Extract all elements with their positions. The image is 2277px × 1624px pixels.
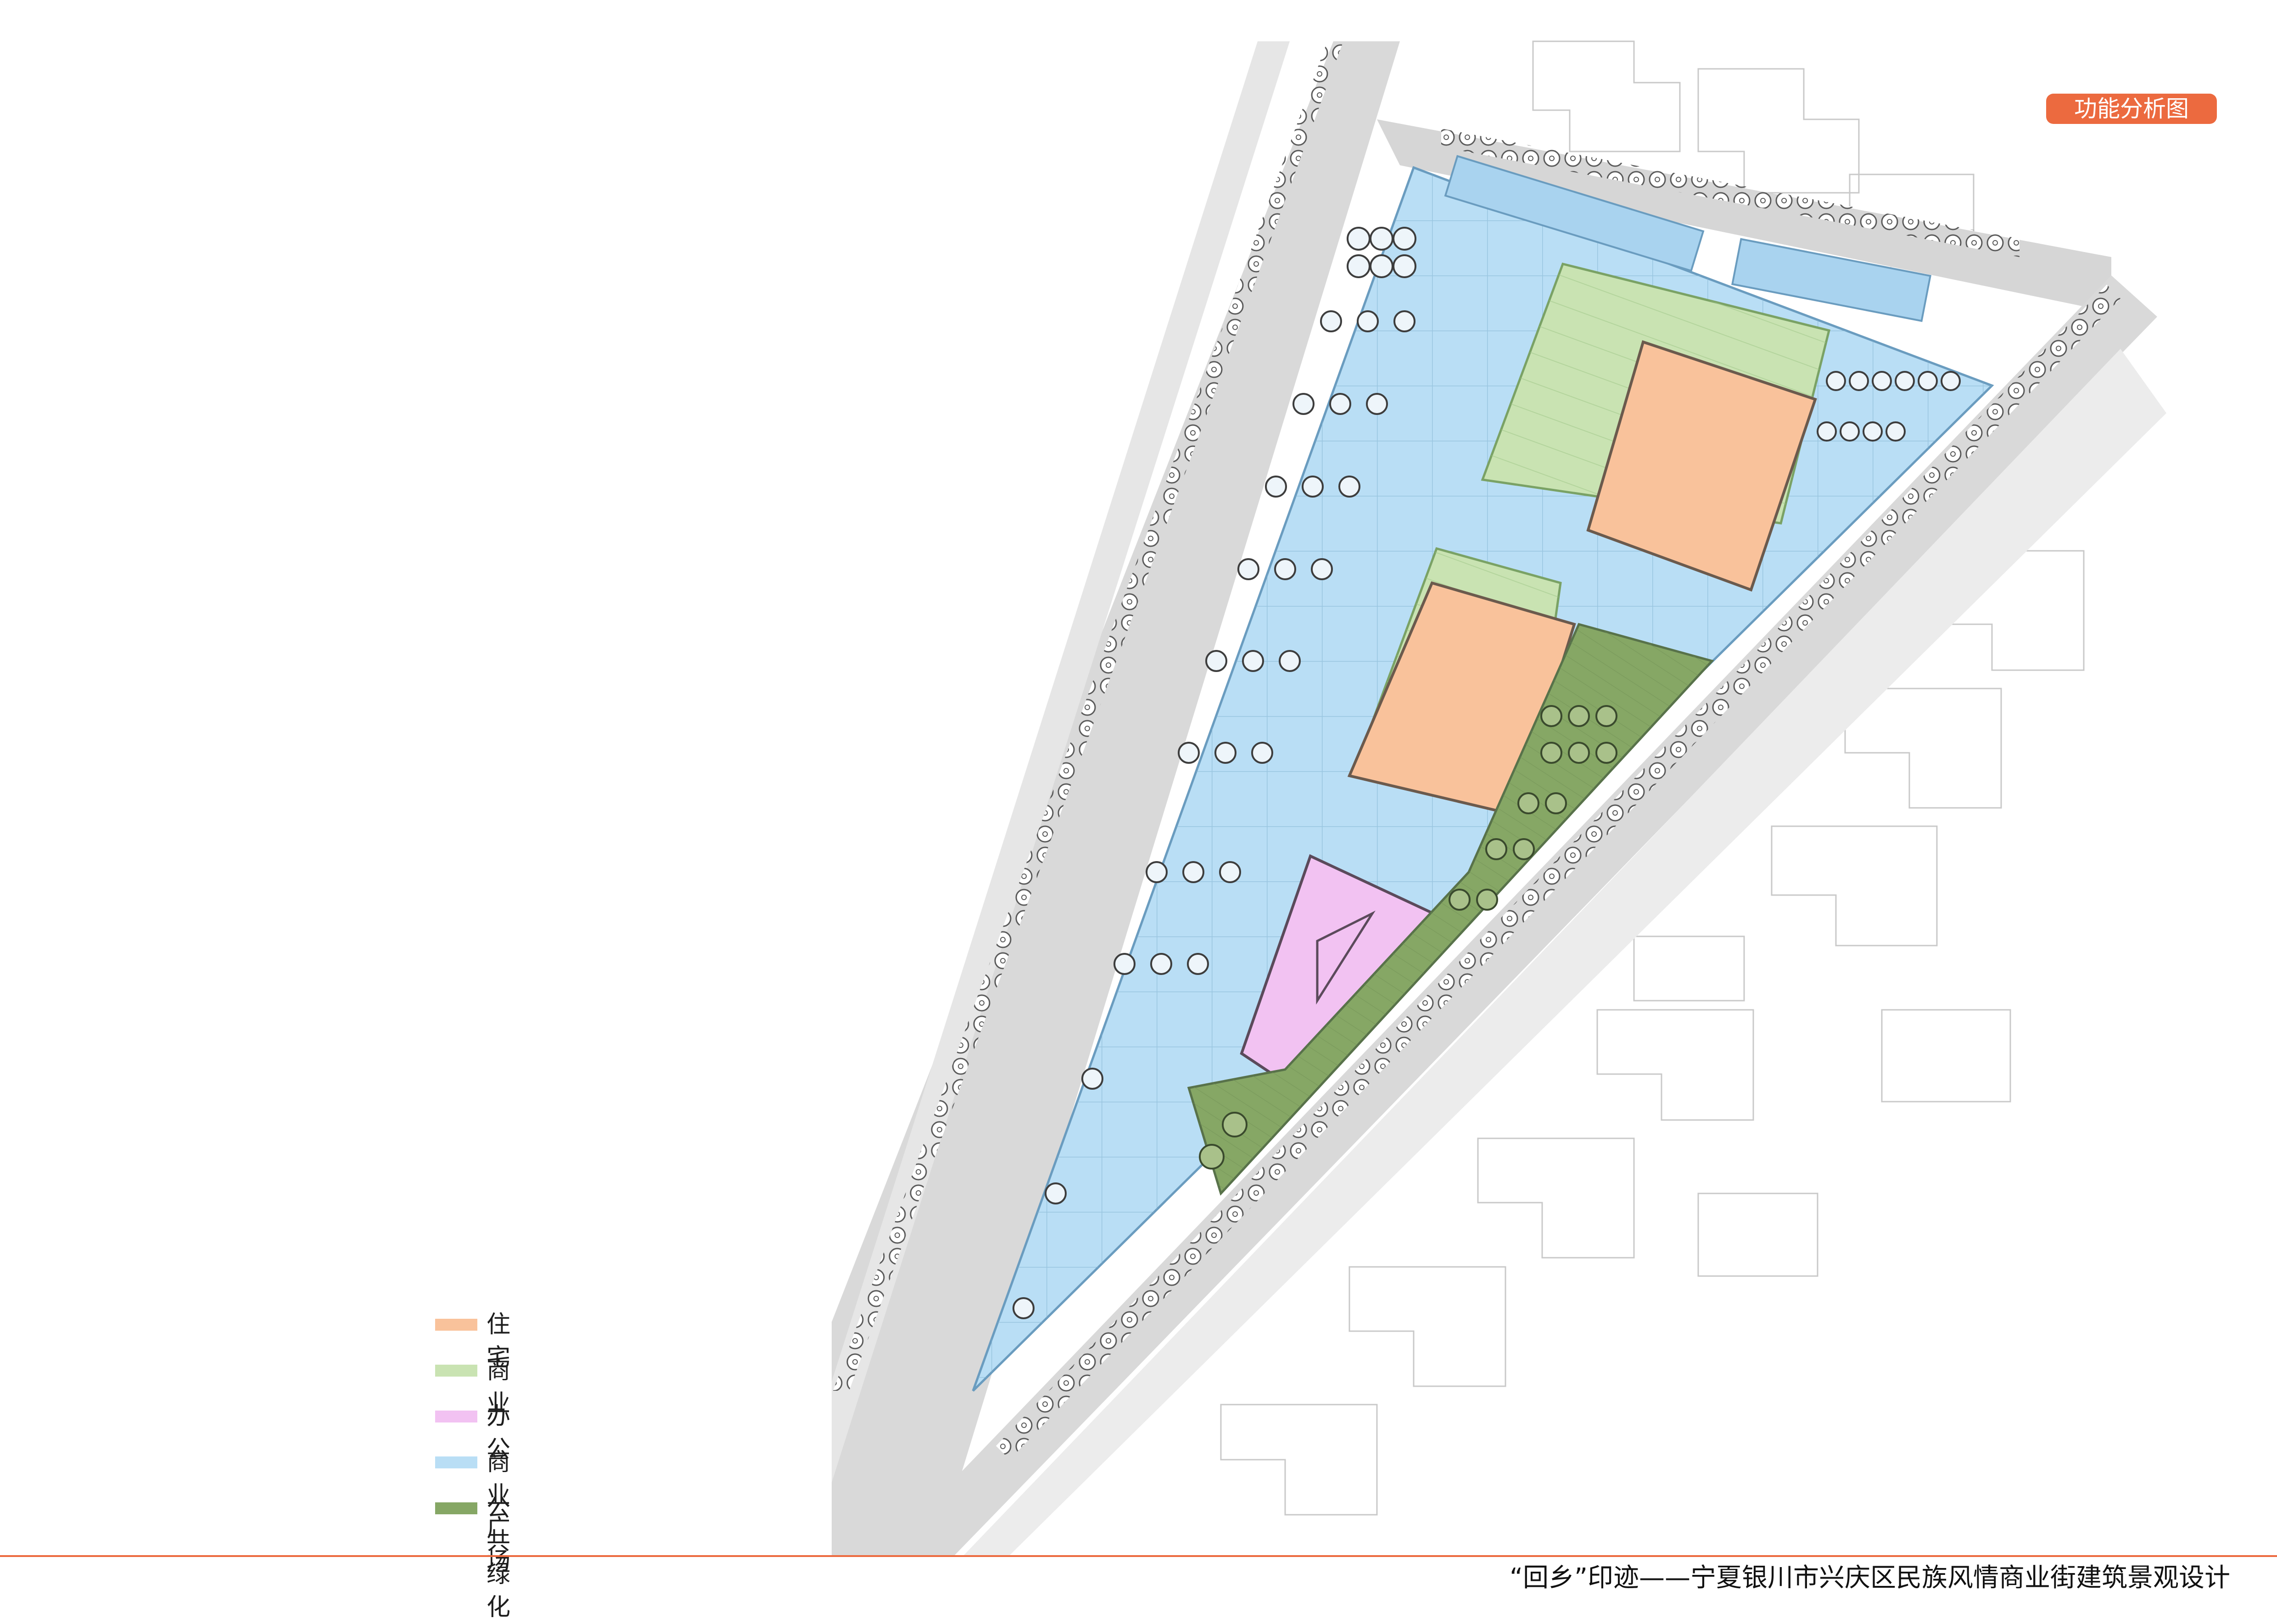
site-plan-map [832, 0, 2277, 1555]
page-badge: 功能分析图 [2046, 94, 2217, 124]
footer-title: “回乡”印迹——宁夏银川市兴庆区民族风情商业街建筑景观设计 [1509, 1563, 2230, 1593]
legend-swatch-office [435, 1411, 477, 1422]
legend-swatch-public-green [435, 1502, 477, 1514]
legend-swatch-commercial-plaza [435, 1456, 477, 1468]
footer-divider [0, 1555, 2277, 1557]
legend-swatch-residential [435, 1319, 477, 1331]
legend-swatch-commercial [435, 1365, 477, 1377]
legend-label-public-green: 公共绿化 [487, 1495, 511, 1621]
